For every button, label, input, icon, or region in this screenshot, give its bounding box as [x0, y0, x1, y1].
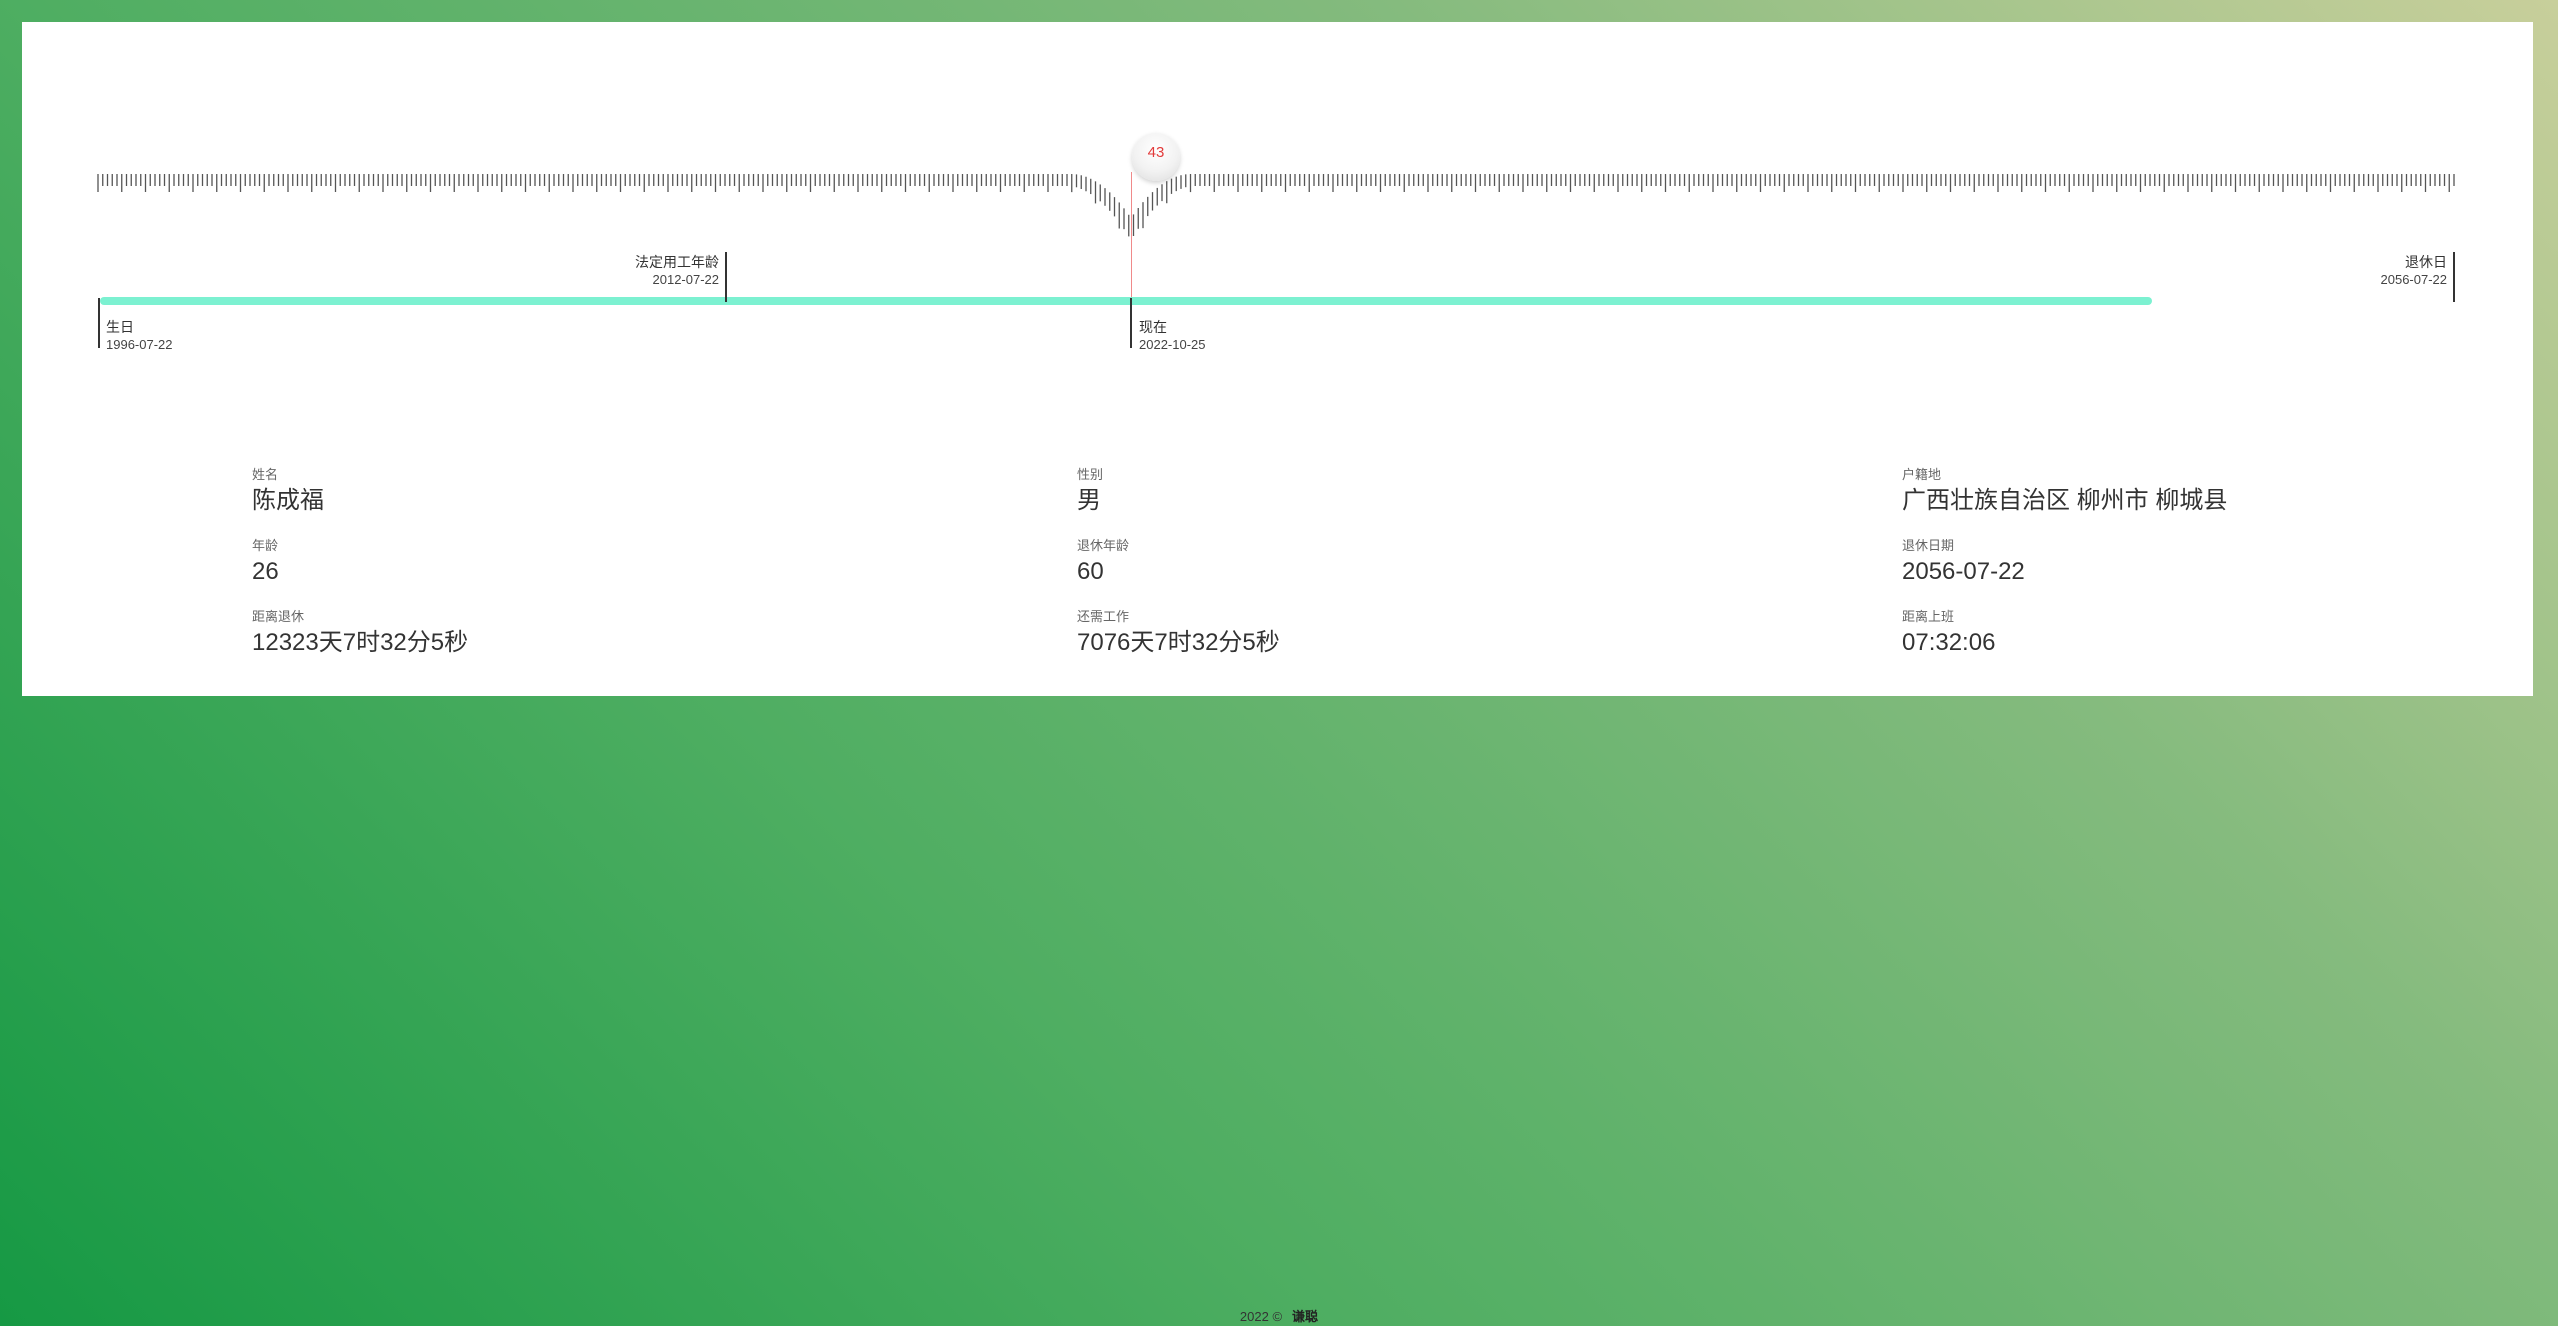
track-segment-birth-to-work — [100, 297, 744, 305]
current-age-value: 43 — [1147, 144, 1165, 161]
age-label: 年龄 — [252, 538, 279, 553]
retire-age-value: 60 — [1077, 558, 1104, 585]
gender-value: 男 — [1077, 487, 1101, 514]
footer-brand: 谦聪 — [1292, 1309, 1319, 1324]
now-marker — [1130, 298, 1132, 348]
retirement-label: 退休日 2056-07-22 — [2302, 253, 2448, 289]
to-work-label: 距离上班 — [1902, 609, 1955, 624]
timeline-card: 43 生日 1996-07-22 法定用工年龄 2012-07-22 现在 20… — [22, 22, 2533, 696]
retire-date-value: 2056-07-22 — [1902, 558, 2025, 585]
now-date: 2022-10-25 — [1139, 337, 1206, 352]
hometown-value: 广西壮族自治区 柳州市 柳城县 — [1902, 487, 2228, 514]
now-label-text: 现在 — [1139, 319, 1167, 335]
hometown-label: 户籍地 — [1902, 467, 1942, 482]
gender-label: 性别 — [1077, 467, 1104, 482]
birth-label-text: 生日 — [106, 319, 134, 335]
name-value: 陈成福 — [252, 487, 324, 514]
birth-marker — [98, 298, 100, 348]
to-work-value: 07:32:06 — [1902, 629, 1996, 656]
info-column-1: 姓名 陈成福 年龄 26 距离退休 12323天7时32分5秒 — [252, 466, 752, 679]
current-age-knob[interactable]: 43 — [1132, 133, 1180, 181]
footer: 2022 © 谦聪 — [0, 1306, 2558, 1325]
legal-work-age-label: 法定用工年龄 2012-07-22 — [582, 253, 719, 289]
now-label: 现在 2022-10-25 — [1139, 318, 1206, 354]
retirement-label-text: 退休日 — [2405, 254, 2447, 270]
birth-label: 生日 1996-07-22 — [106, 318, 173, 354]
retirement-date: 2056-07-22 — [2380, 272, 2448, 287]
name-label: 姓名 — [252, 467, 279, 482]
age-ruler[interactable] — [22, 22, 2533, 242]
info-column-2: 性别 男 退休年龄 60 还需工作 7076天7时32分5秒 — [1077, 466, 1577, 679]
to-retire-label: 距离退休 — [252, 609, 305, 624]
birth-date: 1996-07-22 — [106, 337, 173, 352]
to-retire-value: 12323天7时32分5秒 — [252, 629, 469, 656]
track-segment-work-to-retire — [728, 297, 2152, 305]
info-column-3: 户籍地 广西壮族自治区 柳州市 柳城县 退休日期 2056-07-22 距离上班… — [1902, 466, 2402, 679]
legal-work-age-label-text: 法定用工年龄 — [635, 254, 719, 270]
legal-work-age-date: 2012-07-22 — [652, 272, 720, 287]
age-value: 26 — [252, 558, 279, 585]
legal-work-age-marker — [725, 252, 727, 302]
work-left-label: 还需工作 — [1077, 609, 1130, 624]
retirement-marker — [2453, 252, 2455, 302]
work-left-value: 7076天7时32分5秒 — [1077, 629, 1280, 656]
retire-age-label: 退休年龄 — [1077, 538, 1130, 553]
retire-date-label: 退休日期 — [1902, 538, 1955, 553]
footer-copyright: 2022 © — [1239, 1309, 1283, 1324]
